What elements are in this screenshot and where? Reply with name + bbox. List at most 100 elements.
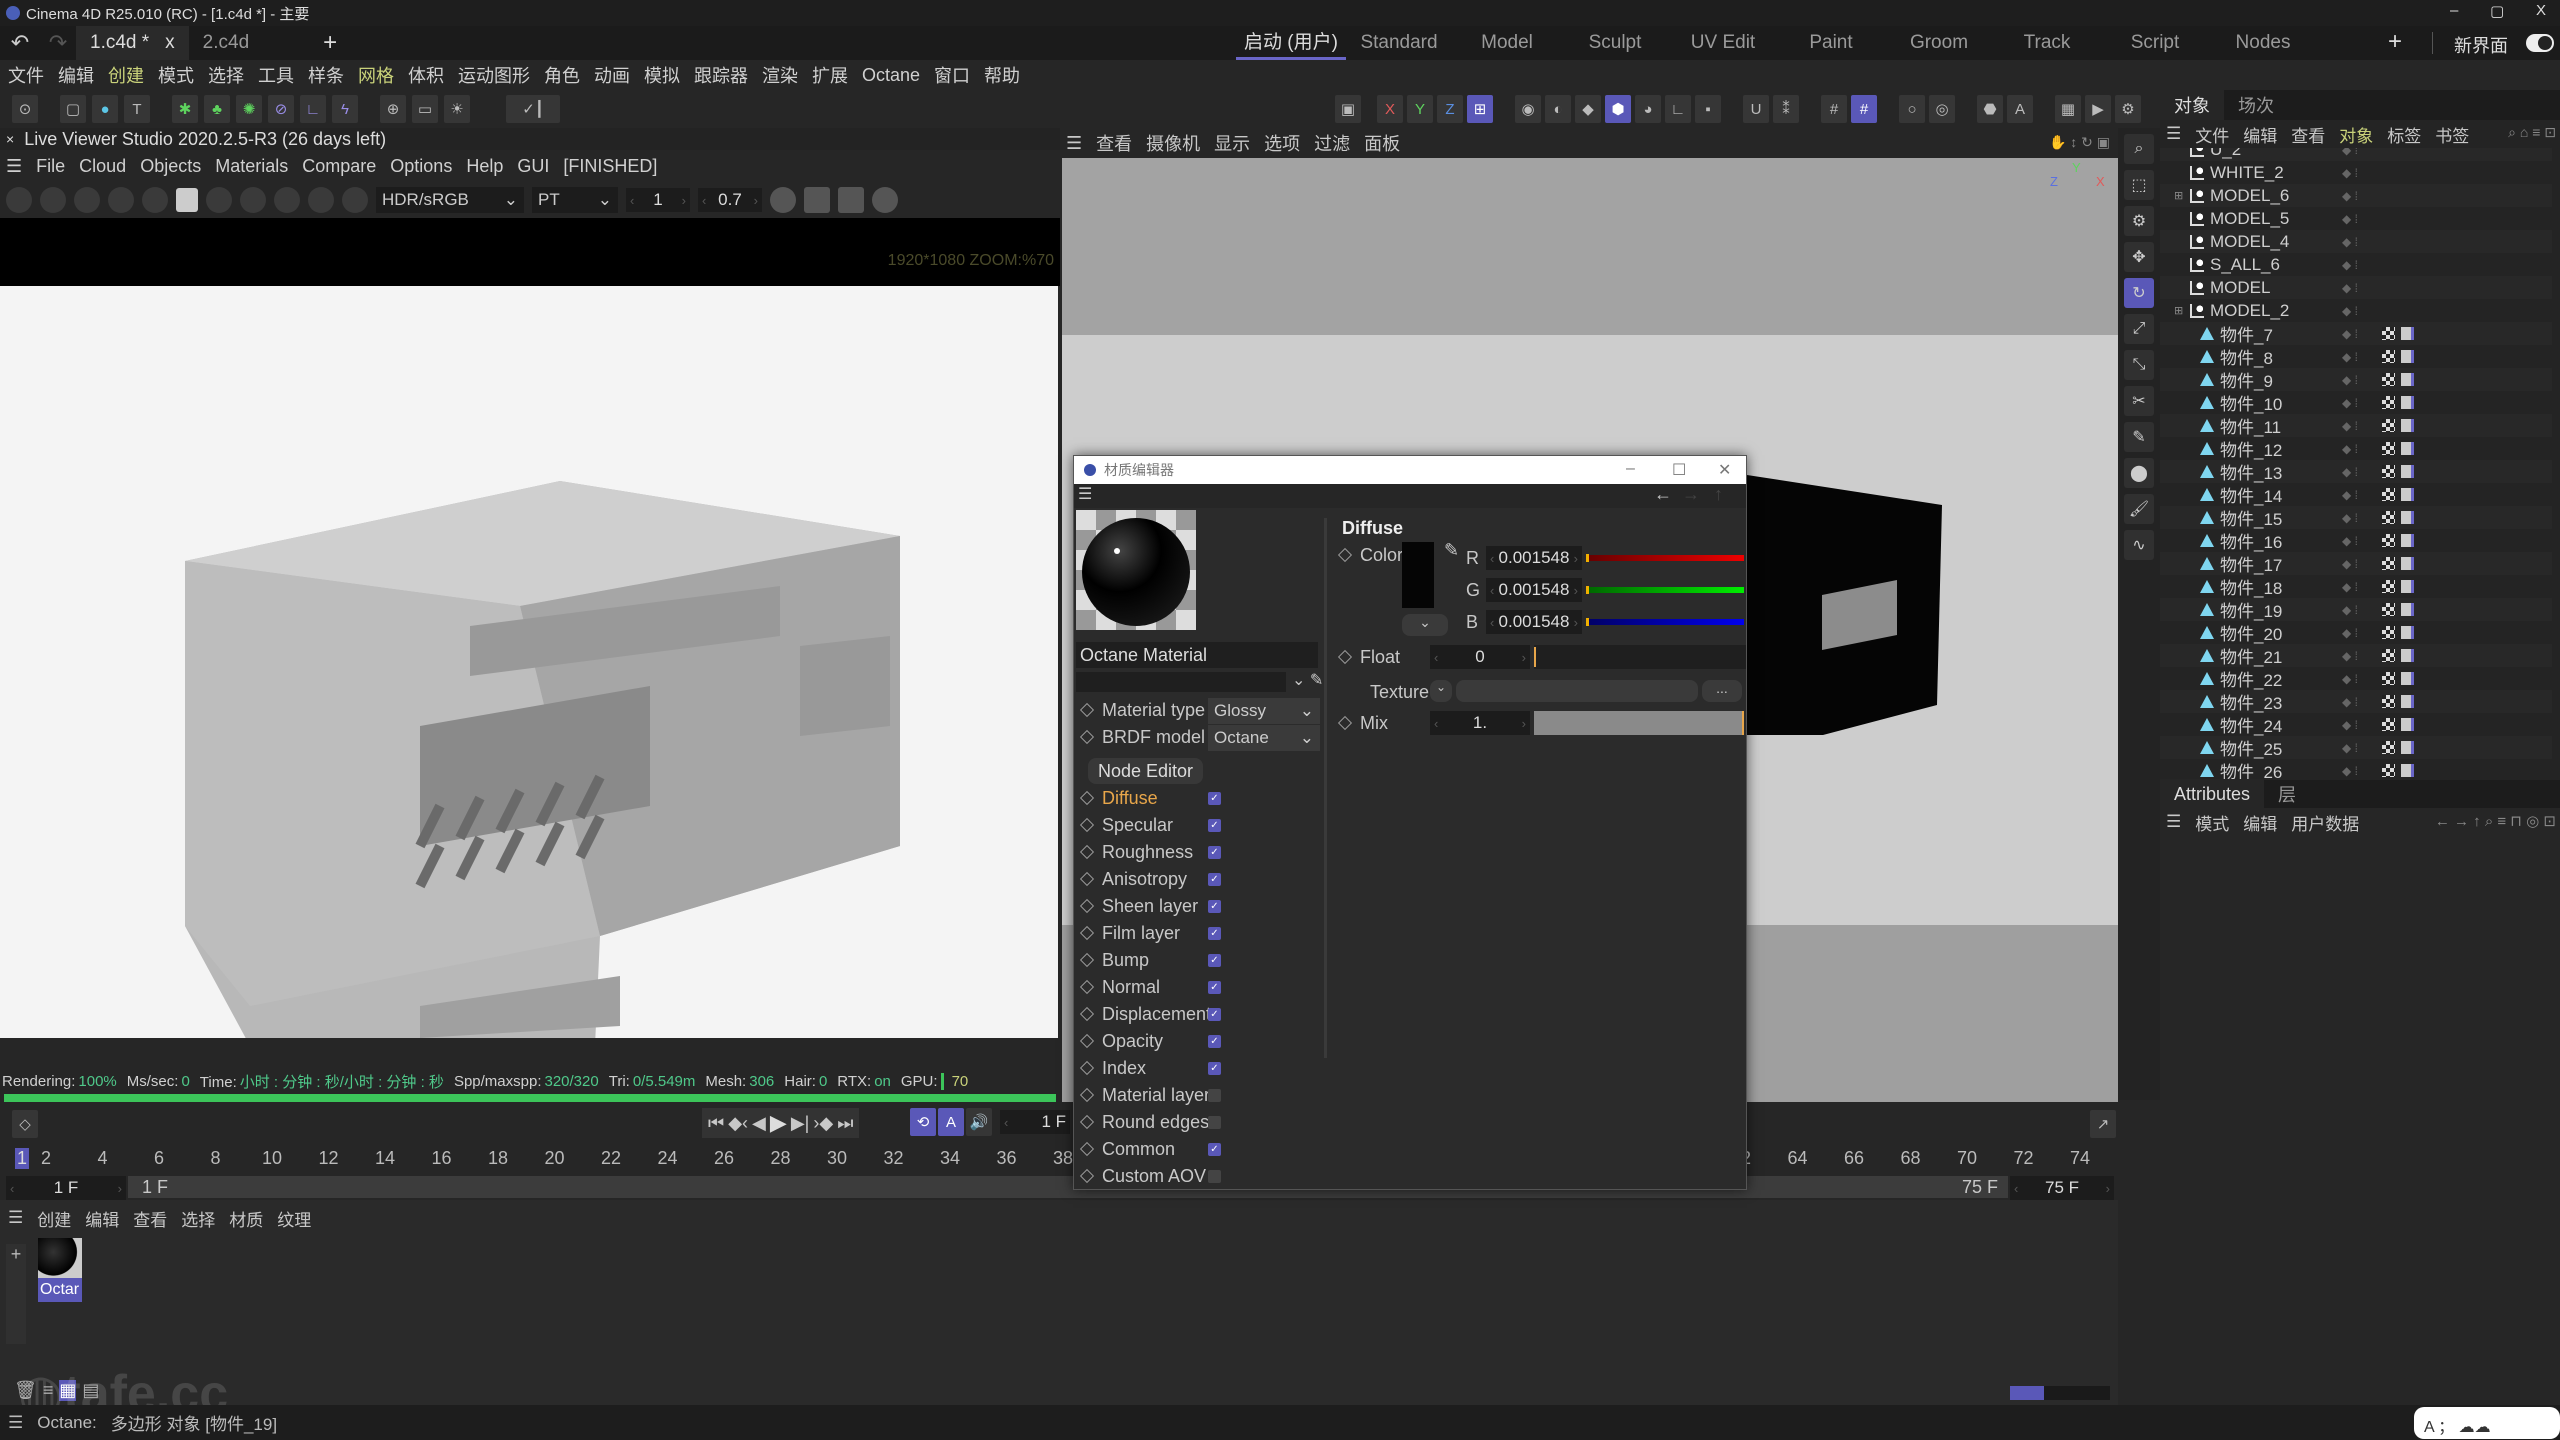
add-layout-button[interactable]: + xyxy=(2388,28,2402,56)
tree-item[interactable]: 物件_12 ◆ ⁞ xyxy=(2160,437,2552,460)
axis-z-button[interactable]: Z xyxy=(1437,95,1463,123)
keyframe-diamond-icon[interactable] xyxy=(1079,979,1095,995)
info-icon[interactable] xyxy=(342,187,368,213)
phong-tag-icon[interactable] xyxy=(2382,603,2395,616)
material-tag-icon[interactable] xyxy=(2401,511,2414,524)
b-slider[interactable] xyxy=(1586,618,1744,626)
keyframe-diamond-icon[interactable] xyxy=(1079,844,1095,860)
panel-tab[interactable]: 层 xyxy=(2264,779,2310,809)
stop-icon[interactable] xyxy=(872,187,898,213)
channel-item[interactable]: Film layer ✓ xyxy=(1074,920,1324,946)
material-tag-icon[interactable] xyxy=(2401,764,2414,777)
null-icon[interactable]: ⊙ xyxy=(12,95,38,123)
phong-tag-icon[interactable] xyxy=(2382,534,2395,547)
add-material-button[interactable]: + xyxy=(6,1244,26,1344)
phong-tag-icon[interactable] xyxy=(2382,580,2395,593)
rotate-icon[interactable]: ↻ xyxy=(2124,278,2154,308)
layout-tab[interactable]: Standard xyxy=(1344,26,1454,60)
hamburger-icon[interactable]: ☰ xyxy=(6,156,22,177)
menu-item[interactable]: 运动图形 xyxy=(458,62,530,88)
material-tag-icon[interactable] xyxy=(2401,695,2414,708)
material-tag-icon[interactable] xyxy=(2401,419,2414,432)
keyframe-diamond-icon[interactable] xyxy=(1079,1087,1095,1103)
tree-item[interactable]: 物件_23 ◆ ⁞ xyxy=(2160,690,2552,713)
visibility-icon[interactable]: ◆ ⁞ xyxy=(2342,649,2358,663)
channel-item[interactable]: Material layer xyxy=(1074,1082,1324,1108)
menu-item[interactable]: 模拟 xyxy=(644,62,680,88)
hamburger-icon[interactable]: ☰ xyxy=(1066,133,1082,154)
menu-item[interactable]: 体积 xyxy=(408,62,444,88)
mix-slider[interactable] xyxy=(1534,711,1744,735)
axis-x-button[interactable]: X xyxy=(1377,95,1403,123)
menu-item[interactable]: 窗口 xyxy=(934,62,970,88)
material-preset-field[interactable] xyxy=(1076,672,1286,692)
hamburger-icon[interactable]: ☰ xyxy=(8,1413,23,1433)
value1-field[interactable]: ‹ 1 › xyxy=(626,188,690,212)
sculpt-icon[interactable]: ∿ xyxy=(2124,530,2154,560)
material-tag-icon[interactable] xyxy=(2401,603,2414,616)
material-tag-icon[interactable] xyxy=(2401,741,2414,754)
visibility-icon[interactable]: ◆ ⁞ xyxy=(2342,718,2358,732)
menu-item[interactable]: 编辑 xyxy=(85,1206,119,1231)
visibility-icon[interactable]: ◆ ⁞ xyxy=(2342,327,2358,341)
menu-item[interactable]: 扩展 xyxy=(812,62,848,88)
edges-mode-icon[interactable]: ◐ xyxy=(1545,95,1571,123)
channel-checkbox[interactable]: ✓ xyxy=(1208,926,1221,940)
scale-icon[interactable]: ⤢ xyxy=(2124,314,2154,344)
keyframe-diamond-icon[interactable] xyxy=(1079,1168,1095,1184)
phong-tag-icon[interactable] xyxy=(2382,442,2395,455)
menu-item[interactable]: 用户数据 xyxy=(2291,810,2359,835)
float-slider[interactable] xyxy=(1534,645,1746,669)
tree-item[interactable]: 物件_13 ◆ ⁞ xyxy=(2160,460,2552,483)
color-mode-dropdown[interactable]: HDR/sRGB ⌄ xyxy=(376,187,524,213)
render-icon[interactable]: ▦ xyxy=(2055,95,2081,123)
channel-item[interactable]: Displacement ✓ xyxy=(1074,1001,1324,1027)
film-icon[interactable] xyxy=(804,187,830,213)
tree-item[interactable]: 物件_8 ◆ ⁞ xyxy=(2160,345,2552,368)
phong-tag-icon[interactable] xyxy=(2382,764,2395,777)
phong-tag-icon[interactable] xyxy=(2382,649,2395,662)
solo-icon[interactable]: ⁑ xyxy=(1773,95,1799,123)
material-type-dropdown[interactable]: Glossy ⌄ xyxy=(1208,698,1320,724)
keyframe-diamond-icon[interactable] xyxy=(1337,649,1353,665)
menu-item[interactable]: 纹理 xyxy=(277,1206,311,1231)
phong-tag-icon[interactable] xyxy=(2382,511,2395,524)
tree-item[interactable]: S_ALL_6 ◆ ⁞ xyxy=(2160,253,2552,276)
eyedropper-icon[interactable]: ⌄ ✎ xyxy=(1292,670,1323,690)
auto-icon[interactable]: A xyxy=(2007,95,2033,123)
menu-item[interactable]: Objects xyxy=(140,156,201,177)
visibility-icon[interactable]: ◆ ⁞ xyxy=(2342,419,2358,433)
channel-item[interactable]: Roughness ✓ xyxy=(1074,839,1324,865)
phong-tag-icon[interactable] xyxy=(2382,327,2395,340)
brush-icon[interactable]: 🖌 xyxy=(2124,494,2154,524)
start-frame-field[interactable]: ‹ 1 F › xyxy=(6,1176,126,1200)
menu-item[interactable]: 模式 xyxy=(2195,810,2229,835)
menu-item[interactable]: 创建 xyxy=(108,62,144,88)
channel-item[interactable]: Common ✓ xyxy=(1074,1136,1324,1162)
magnet-icon[interactable]: U xyxy=(1743,95,1769,123)
channel-item[interactable]: Bump ✓ xyxy=(1074,947,1324,973)
menu-item[interactable]: 编辑 xyxy=(2243,122,2277,147)
paint-icon[interactable]: ⬤ xyxy=(2124,458,2154,488)
menu-item[interactable]: 书签 xyxy=(2435,122,2469,147)
menu-item[interactable]: 查看 xyxy=(133,1206,167,1231)
phong-tag-icon[interactable] xyxy=(2382,465,2395,478)
keyframe-diamond-icon[interactable] xyxy=(1079,952,1095,968)
menu-item[interactable]: File xyxy=(36,156,65,177)
layout-tab[interactable]: Model xyxy=(1452,26,1562,60)
menu-item[interactable]: 编辑 xyxy=(2243,810,2277,835)
render-queue-icon[interactable]: ⚙ xyxy=(2115,95,2141,123)
color-swatch[interactable] xyxy=(1402,542,1434,608)
channel-checkbox[interactable] xyxy=(1208,1088,1221,1102)
phong-tag-icon[interactable] xyxy=(2382,396,2395,409)
move-icon[interactable]: ✥ xyxy=(2124,242,2154,272)
keyframe-diamond-icon[interactable] xyxy=(1337,715,1353,731)
tree-item[interactable]: MODEL_5 ◆ ⁞ xyxy=(2160,207,2552,230)
effector-icon[interactable]: ✺ xyxy=(236,95,262,123)
region-icon[interactable] xyxy=(108,187,134,213)
close-tab-icon[interactable]: x xyxy=(165,32,175,54)
visibility-icon[interactable]: ◆ ⁞ xyxy=(2342,557,2358,571)
deformer-icon[interactable]: ⊘ xyxy=(268,95,294,123)
material-tag-icon[interactable] xyxy=(2401,442,2414,455)
viewport-nav-icons[interactable]: ✋ ↕ ↻ ▣ xyxy=(2049,134,2110,151)
